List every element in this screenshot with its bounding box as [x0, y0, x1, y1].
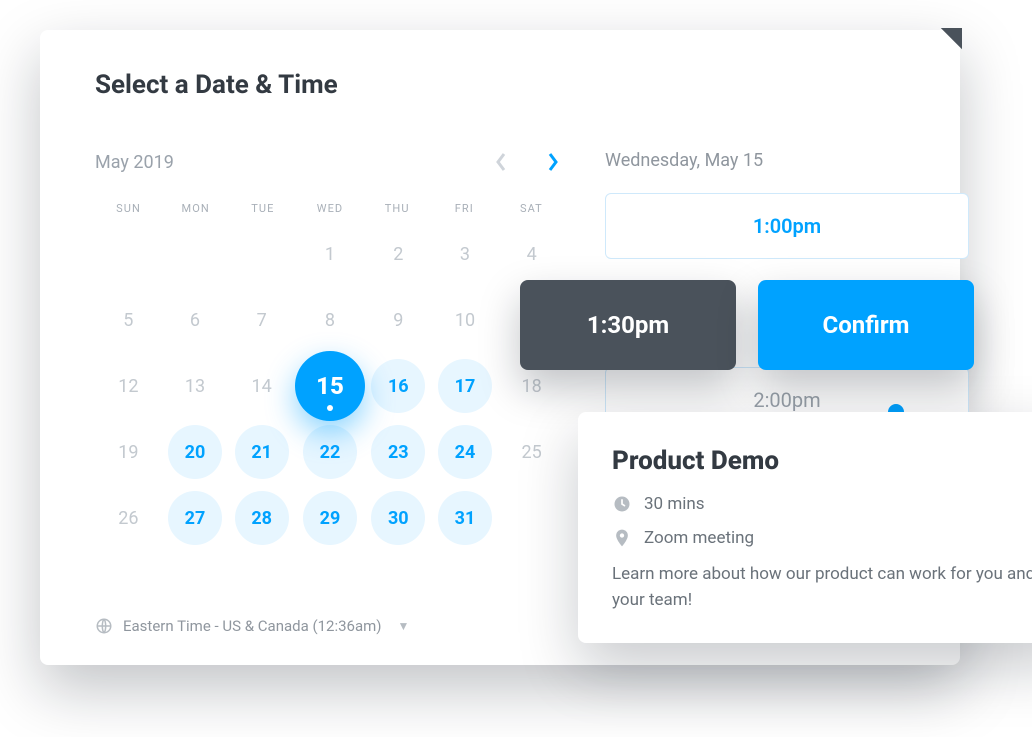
calendar-day: 13: [168, 359, 222, 413]
calendar-day-available[interactable]: 29: [303, 491, 357, 545]
calendar-day: 12: [101, 359, 155, 413]
event-duration-row: 30 mins: [612, 494, 1032, 514]
calendar-day-available[interactable]: 31: [438, 491, 492, 545]
calendar-day: 4: [505, 227, 559, 281]
chevron-left-icon[interactable]: [489, 150, 513, 174]
calendar-day-available[interactable]: 17: [438, 359, 492, 413]
calendar-dow-row: SUNMONTUEWEDTHUFRISAT: [95, 202, 565, 215]
time-slot[interactable]: 1:00pm: [605, 193, 969, 259]
globe-icon: [95, 617, 113, 635]
time-slot-label: 2:00pm: [753, 388, 820, 412]
calendar-dow-cell: FRI: [431, 202, 498, 215]
timezone-picker[interactable]: Eastern Time - US & Canada (12:36am) ▼: [95, 617, 409, 635]
event-description: Learn more about how our product can wor…: [612, 562, 1032, 613]
calendar-day: 3: [438, 227, 492, 281]
event-location-row: Zoom meeting: [612, 528, 1032, 548]
calendar-day-available[interactable]: 27: [168, 491, 222, 545]
calendar-day: 26: [101, 491, 155, 545]
calendar-day: 5: [101, 293, 155, 347]
clock-icon: [612, 494, 632, 514]
event-title: Product Demo: [612, 446, 1032, 476]
calendar-dow-cell: SAT: [498, 202, 565, 215]
calendar-dow-cell: TUE: [229, 202, 296, 215]
calendar-day-available[interactable]: 30: [371, 491, 425, 545]
selected-slot-row: 1:30pm Confirm: [520, 280, 974, 370]
calendar-grid: 1234567891011121314151617181920212223242…: [95, 221, 565, 551]
chevron-right-icon[interactable]: [541, 150, 565, 174]
selected-date-label: Wednesday, May 15: [605, 150, 970, 171]
calendar-day-available[interactable]: 21: [235, 425, 289, 479]
calendar-day-available[interactable]: 20: [168, 425, 222, 479]
selected-time-chip[interactable]: 1:30pm: [520, 280, 736, 370]
calendar-day: 2: [371, 227, 425, 281]
calendar-day: 8: [303, 293, 357, 347]
confirm-button[interactable]: Confirm: [758, 280, 974, 370]
calendar-dow-cell: MON: [162, 202, 229, 215]
calendar-day-available[interactable]: 23: [371, 425, 425, 479]
event-location: Zoom meeting: [644, 528, 754, 548]
calendar-nav: [489, 150, 565, 174]
location-pin-icon: [612, 528, 632, 548]
calendar-dow-cell: SUN: [95, 202, 162, 215]
caret-down-icon: ▼: [398, 619, 410, 633]
calendar-day-selected[interactable]: 15: [295, 351, 365, 421]
calendar-day-available[interactable]: 22: [303, 425, 357, 479]
calendar-dow-cell: THU: [364, 202, 431, 215]
calendar-dow-cell: WED: [296, 202, 363, 215]
calendar-day-available[interactable]: 16: [371, 359, 425, 413]
calendar-day: 6: [168, 293, 222, 347]
calendar-day: 14: [235, 359, 289, 413]
powered-by-brand: Calendly: [812, 28, 962, 165]
timezone-label: Eastern Time - US & Canada (12:36am): [123, 617, 382, 635]
calendar-day: 7: [235, 293, 289, 347]
calendar-day-available[interactable]: 28: [235, 491, 289, 545]
selected-day-dot-icon: [327, 405, 333, 411]
calendar-day: 10: [438, 293, 492, 347]
calendar-day-available[interactable]: 24: [438, 425, 492, 479]
page-title: Select a Date & Time: [95, 70, 338, 100]
calendar-month-label: May 2019: [95, 152, 174, 173]
calendar-header: May 2019: [95, 150, 565, 174]
calendar: May 2019 SUNMONTUEWEDTHUFRISAT 123456789…: [95, 150, 565, 551]
calendar-day: 19: [101, 425, 155, 479]
event-info-card: Product Demo 30 mins Zoom meeting Learn …: [578, 412, 1032, 643]
powered-by-label: POWERED BY: [819, 28, 962, 150]
calendar-day: 1: [303, 227, 357, 281]
event-duration: 30 mins: [644, 494, 705, 514]
calendar-day: 25: [505, 425, 559, 479]
calendar-day: 9: [371, 293, 425, 347]
